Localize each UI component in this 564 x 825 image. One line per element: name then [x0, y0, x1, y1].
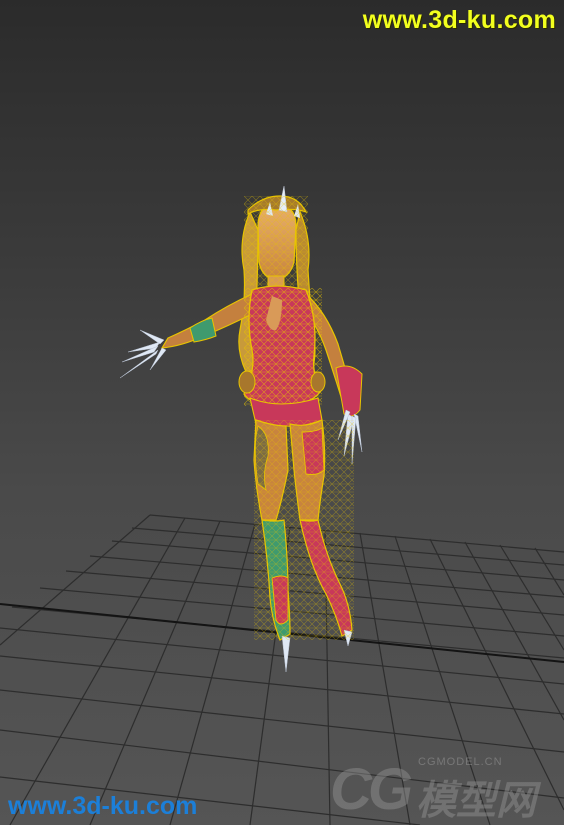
torso-wireframe — [244, 288, 322, 406]
hip-ornament-right — [310, 371, 326, 393]
cgmodel-logo-name: CGMODEL.CN — [418, 756, 503, 768]
head-wireframe — [244, 196, 308, 286]
hip-ornament-left — [238, 370, 256, 394]
viewport-scene — [0, 185, 564, 825]
legs-wireframe — [254, 420, 354, 640]
right-glove — [335, 365, 363, 417]
left-claws — [119, 329, 167, 379]
watermark-top: www.3d-ku.com — [362, 6, 556, 34]
cgmodel-logo: CG CGMODEL.CN 模型网 — [330, 750, 556, 824]
left-heel-spike — [281, 635, 291, 673]
3d-viewport[interactable]: www.3d-ku.com www.3d-ku.com CG CGMODEL.C… — [0, 0, 564, 825]
cgmodel-logo-chinese: 模型网 — [416, 778, 536, 824]
cgmodel-logo-mark: CG — [330, 757, 413, 822]
left-sleeve — [189, 317, 217, 343]
watermark-bottom: www.3d-ku.com — [8, 792, 198, 820]
